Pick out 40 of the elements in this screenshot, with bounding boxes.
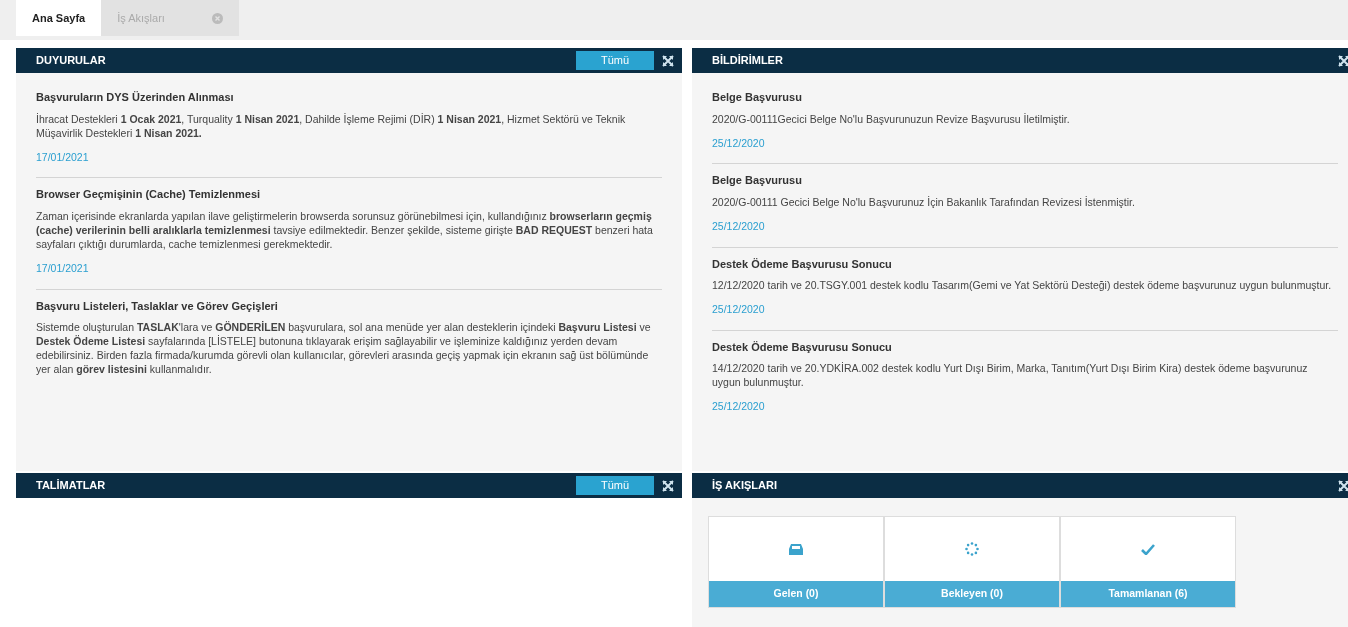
tab[interactable]: Ana Sayfa: [16, 0, 102, 36]
item-date: 17/01/2021: [36, 260, 90, 276]
panel-title: TALİMATLAR: [36, 478, 107, 494]
item-title: Belge Başvurusu: [712, 90, 803, 105]
item-date: 25/12/2020: [712, 135, 766, 151]
workflow-label: Tamamlanan (6): [1061, 581, 1235, 607]
panel-title: DUYURULAR: [36, 53, 107, 69]
item-text: Zaman içerisinde ekranlarda yapılan ilave geliştirmelerin browserda sorunsuz görünebilmesi için, kullandığınız browserların geçmiş (cache) verilerinin belli aralıklarla temizlenmesi tavsiye edilmektedir. Benzer şekilde, sisteme girişte BAD REQUEST benzeri hata sayfaları çıktığı durumlarda, cache temizlenmesi gerekmektedir.: [36, 208, 654, 251]
item-title: Başvuru Listeleri, Taslaklar ve Görev Geçişleri: [36, 298, 279, 314]
item-date: 17/01/2021: [36, 149, 90, 165]
item-title: Browser Geçmişinin (Cache) Temizlenmesi: [36, 187, 262, 203]
item-date: 25/12/2020: [712, 302, 766, 317]
item-date: 25/12/2020: [712, 399, 766, 415]
workflow-tile[interactable]: Tamamlanan (6): [1060, 516, 1236, 608]
check-icon: [1141, 543, 1155, 555]
item-title: Destek Ödeme Başvurusu Sonucu: [712, 256, 893, 272]
item-title: Belge Başvurusu: [712, 173, 803, 189]
item-text: 2020/G-00111 Gecici Belge No'lu Başvurunuz İçin Bakanlık Tarafından Revizesi İstenmiştir.: [712, 194, 1136, 209]
workflow-tile[interactable]: Bekleyen (0): [884, 516, 1060, 608]
workflow-tile[interactable]: Gelen (0): [708, 516, 884, 608]
item-text: 14/12/2020 tarih ve 20.YDKİRA.002 destek kodlu Yurt Dışı Birim, Marka, Tanıtım(Yurt Dışı Birim Kira) destek ödeme başvurunuz uygun bulunmuştur.: [712, 361, 1309, 390]
expand-icon[interactable]: [1338, 479, 1348, 492]
panel-title: İŞ AKIŞLARI: [712, 478, 778, 494]
inbox-icon: [789, 543, 803, 555]
panel-title: BİLDİRİMLER: [712, 53, 784, 69]
item-date: 25/12/2020: [712, 218, 766, 234]
spinner-icon: [965, 542, 979, 556]
item-text: 12/12/2020 tarih ve 20.TSGY.001 destek kodlu Tasarım(Gemi ve Yat Sektörü Desteği) destek ödeme başvurunuz uygun bulunmuştur.: [712, 278, 1333, 292]
expand-icon[interactable]: [662, 479, 674, 492]
item-title: Destek Ödeme Başvurusu Sonucu: [712, 339, 893, 355]
workflow-label: Gelen (0): [709, 581, 883, 607]
all-button[interactable]: Tümü: [576, 476, 654, 495]
expand-icon[interactable]: [1338, 54, 1348, 67]
expand-icon[interactable]: [662, 54, 674, 67]
item-title: Başvuruların DYS Üzerinden Alınması: [36, 90, 235, 105]
item-text: Sistemde oluşturulan TASLAK'lara ve GÖNDERİLEN başvurulara, sol ana menüde yer alan desteklerin içindeki Başvuru Listesi ve Destek Ödeme Listesi sayfalarında [LİSTELE] butonuna tıklayarak erişim sağlayabilir ve işleminize kaldığınız yerden devam edebilirsiniz. Birden fazla firmada/kurumda görevli olan kullanıcılar, görevleri arasında geçiş yapmak için ekranın sağ üst bölümünde yer alan görev listesini kullanmalıdır.: [36, 320, 652, 376]
all-button[interactable]: Tümü: [576, 51, 654, 70]
item-text: 2020/G-00111Gecici Belge No'lu Başvurunuzun Revize Başvurusu İletilmiştir.: [712, 111, 1071, 126]
item-text: İhracat Destekleri 1 Ocak 2021, Turquality 1 Nisan 2021, Dahilde İşleme Rejimi (DİR) 1 Nisan 2021, Hizmet Sektörü ve Teknik Müşavirlik Destekleri 1 Nisan 2021.: [36, 111, 627, 140]
workflow-label: Bekleyen (0): [885, 581, 1059, 607]
